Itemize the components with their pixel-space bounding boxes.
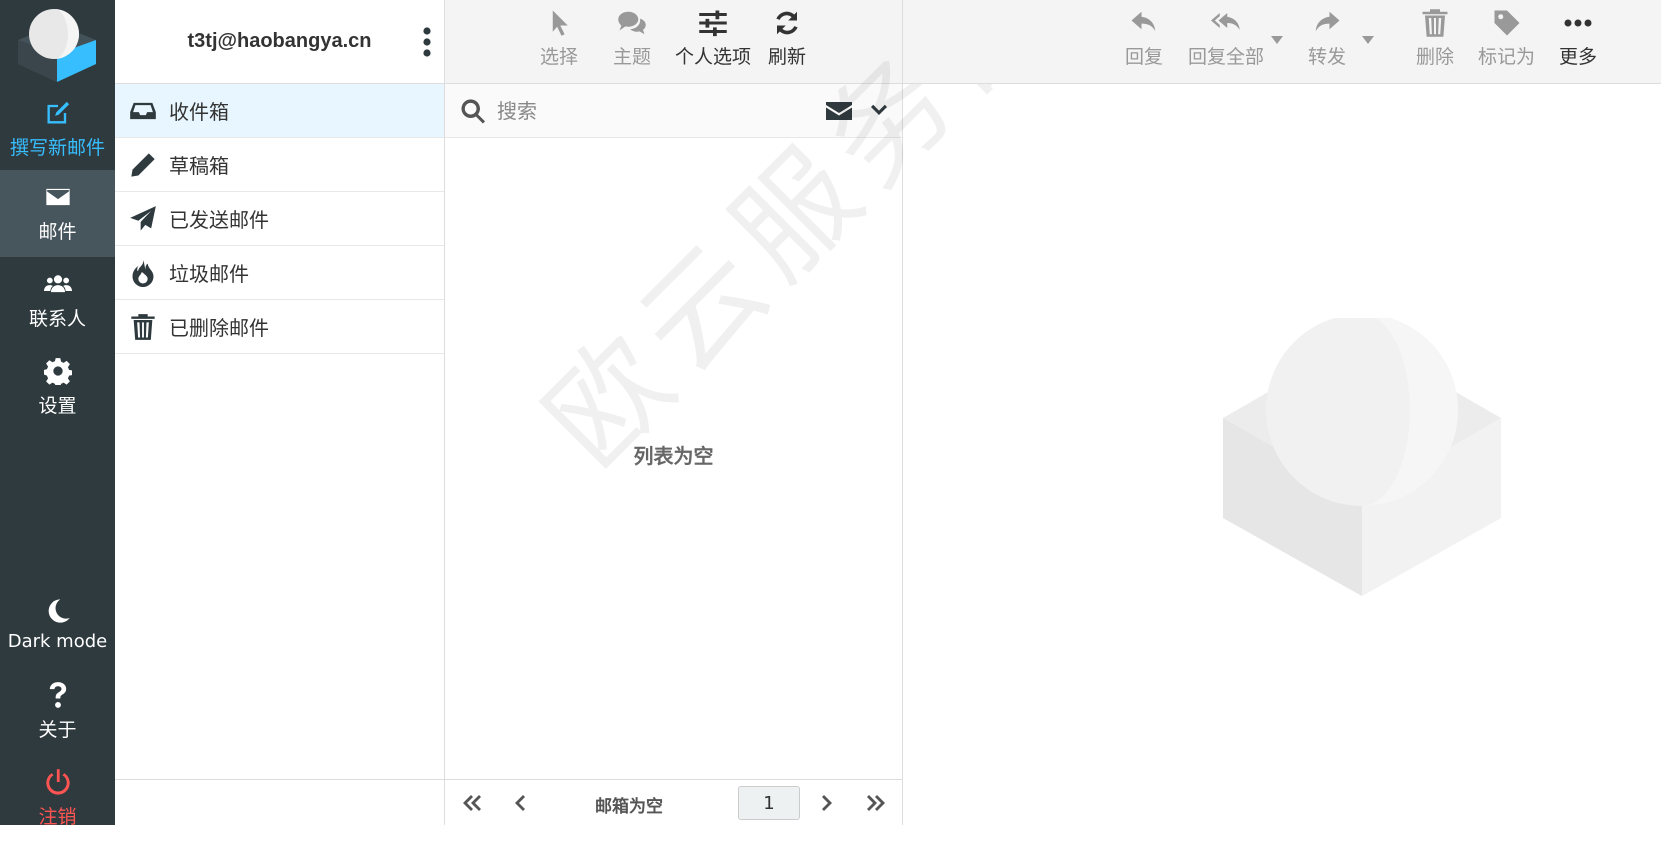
search-icon[interactable] [459, 97, 487, 125]
roundcube-watermark-logo [1223, 318, 1501, 596]
more-dots-icon [1564, 19, 1592, 27]
settings-button[interactable]: 设置 [0, 344, 115, 431]
trash-icon [1422, 9, 1448, 37]
more-button[interactable]: 更多 [1559, 8, 1597, 69]
folder-panel: t3tj@haobangya.cn 收件箱 草稿箱 已发送邮件 垃圾邮件 已删除… [115, 0, 445, 825]
select-label: 选择 [540, 46, 579, 68]
page-number-input[interactable] [738, 786, 800, 820]
empty-list-message: 列表为空 [633, 444, 714, 468]
question-icon [49, 682, 66, 708]
compose-icon [47, 101, 69, 124]
folder-sent[interactable]: 已发送邮件 [115, 192, 444, 246]
list-toolbar: 选择 主题 个人选项 刷新 [445, 0, 902, 84]
compose-label: 撰写新邮件 [9, 137, 105, 159]
compose-button[interactable]: 撰写新邮件 [0, 86, 115, 173]
pencil-icon [131, 152, 155, 177]
logout-button[interactable]: 注销 [0, 755, 115, 842]
mark-button[interactable]: 标记为 [1478, 8, 1535, 69]
about-button[interactable]: 关于 [0, 668, 115, 755]
folder-drafts[interactable]: 草稿箱 [115, 138, 444, 192]
reply-all-caret-icon[interactable] [1271, 36, 1283, 44]
chevron-down-icon[interactable] [869, 101, 889, 121]
reply-icon [1131, 11, 1156, 32]
folder-label: 已删除邮件 [169, 316, 269, 340]
folder-trash[interactable]: 已删除邮件 [115, 300, 444, 354]
threads-label: 主题 [613, 46, 652, 68]
mailbox-status: 邮箱为空 [595, 797, 663, 817]
vertical-dots-icon[interactable] [420, 24, 434, 60]
power-icon [45, 769, 70, 795]
forward-button[interactable]: 转发 [1308, 8, 1346, 69]
search-input[interactable] [495, 94, 745, 128]
folder-junk[interactable]: 垃圾邮件 [115, 246, 444, 300]
pointer-icon [552, 10, 568, 36]
refresh-icon [776, 11, 798, 35]
sliders-icon [699, 10, 727, 37]
trash-icon [131, 313, 155, 340]
pagination-bar: 邮箱为空 [445, 779, 902, 825]
contacts-button[interactable]: 联系人 [0, 257, 115, 344]
first-page-icon[interactable] [459, 790, 485, 816]
inbox-icon [130, 102, 156, 119]
preview-pane: 回复 回复全部 转发 删除 标记为 更多 [903, 0, 1661, 825]
folder-inbox[interactable]: 收件箱 [115, 84, 444, 138]
account-email: t3tj@haobangya.cn [187, 30, 372, 52]
list-options-label: 个人选项 [675, 46, 752, 68]
reply-all-label: 回复全部 [1188, 46, 1265, 68]
folder-label: 垃圾邮件 [169, 262, 249, 286]
comments-icon [618, 11, 646, 35]
contacts-label: 联系人 [28, 308, 86, 330]
reply-button[interactable]: 回复 [1125, 8, 1163, 69]
moon-icon [48, 599, 70, 623]
reply-label: 回复 [1125, 46, 1164, 68]
message-list-panel: 选择 主题 个人选项 刷新 搜索 列表为空 邮箱为空 1 [445, 0, 903, 825]
refresh-button[interactable]: 刷新 [768, 8, 806, 69]
gear-icon [43, 358, 72, 385]
mail-button[interactable]: 邮件 [0, 170, 115, 257]
folder-label: 收件箱 [169, 100, 229, 124]
about-label: 关于 [38, 719, 77, 741]
tag-icon [1494, 10, 1519, 36]
next-page-icon[interactable] [814, 790, 840, 816]
mark-label: 标记为 [1478, 46, 1536, 68]
more-label: 更多 [1559, 46, 1598, 68]
delete-button[interactable]: 删除 [1416, 8, 1454, 69]
forward-label: 转发 [1308, 46, 1347, 68]
threads-button[interactable]: 主题 [613, 8, 651, 69]
dark-mode-button[interactable]: Dark mode [0, 581, 115, 668]
folder-label: 已发送邮件 [169, 208, 269, 232]
mail-label: 邮件 [38, 221, 77, 243]
account-header: t3tj@haobangya.cn [115, 0, 444, 84]
last-page-icon[interactable] [863, 790, 889, 816]
refresh-label: 刷新 [768, 46, 807, 68]
reply-all-button[interactable]: 回复全部 [1188, 8, 1264, 69]
folder-footer [115, 779, 444, 825]
forward-caret-icon[interactable] [1362, 36, 1374, 44]
taskbar: 撰写新邮件 邮件 联系人 设置 Dark mode 关于 注销 [0, 0, 115, 828]
roundcube-logo[interactable] [16, 4, 98, 82]
envelope-icon[interactable] [825, 99, 853, 123]
message-toolbar: 回复 回复全部 转发 删除 标记为 更多 [903, 0, 1661, 84]
delete-label: 删除 [1416, 46, 1455, 68]
search-bar [445, 84, 902, 138]
folder-label: 草稿箱 [169, 154, 229, 178]
users-icon [43, 275, 72, 293]
envelope-icon [45, 188, 70, 206]
forward-icon [1315, 11, 1340, 32]
reply-all-icon [1211, 13, 1240, 30]
previous-page-icon[interactable] [507, 790, 533, 816]
list-options-button[interactable]: 个人选项 [675, 8, 751, 69]
dark-mode-label: Dark mode [7, 631, 108, 652]
paper-plane-icon [130, 205, 156, 231]
fire-icon [132, 259, 154, 287]
select-button[interactable]: 选择 [540, 8, 578, 69]
settings-label: 设置 [38, 395, 77, 417]
